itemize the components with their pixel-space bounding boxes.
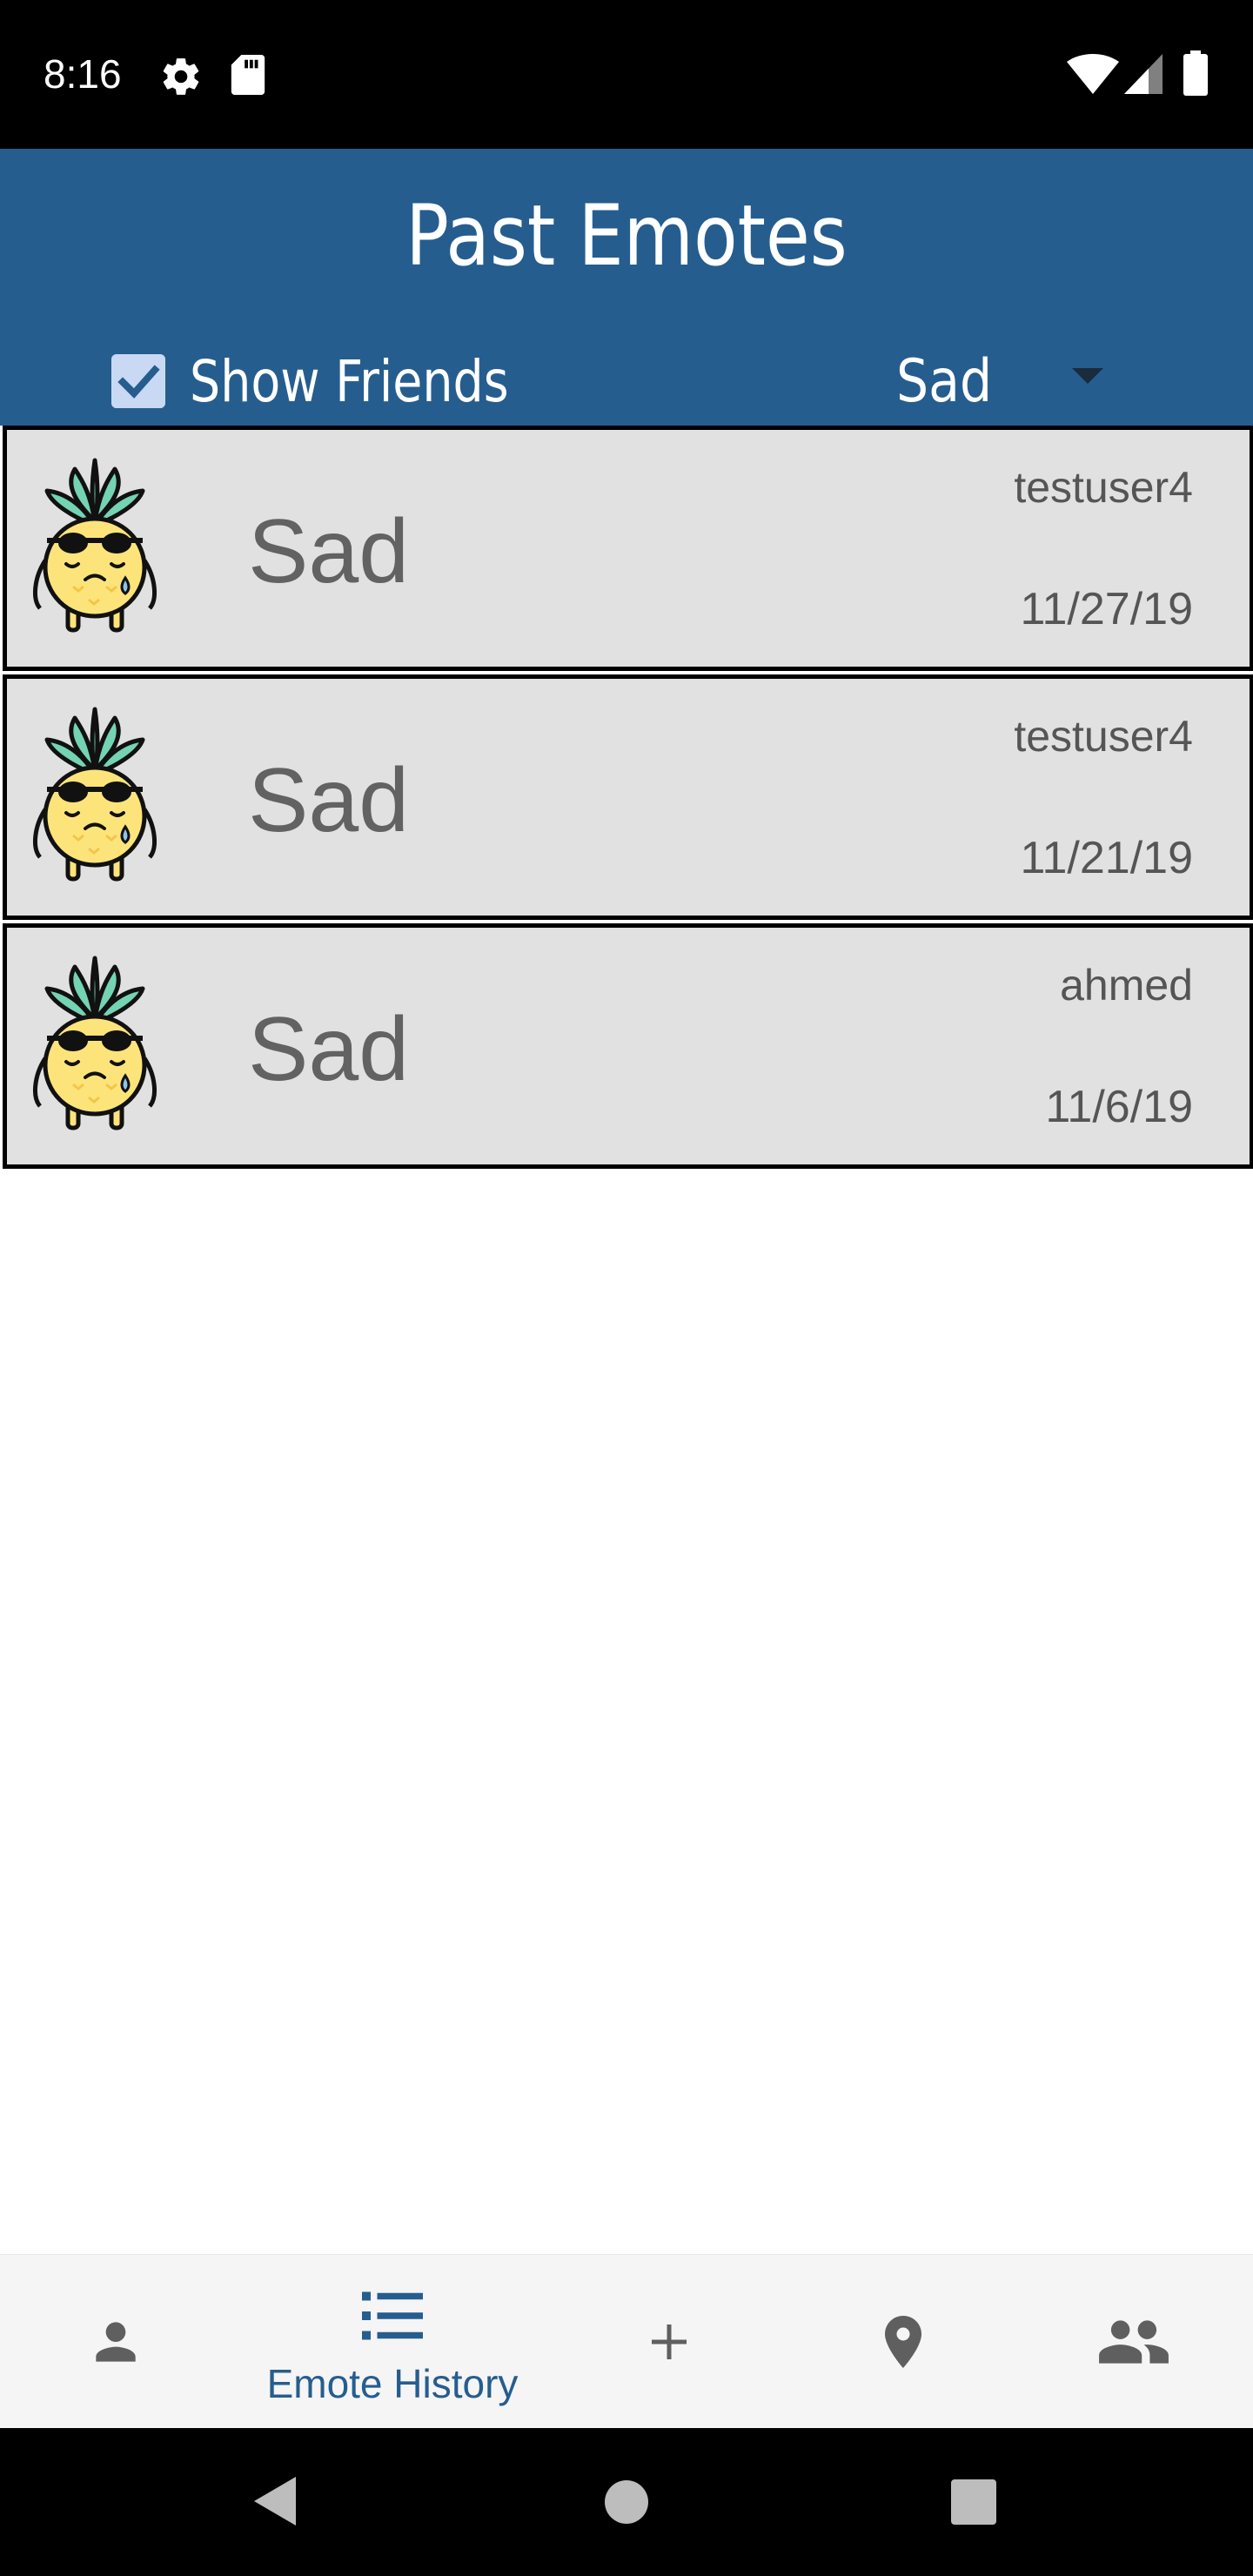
back-button[interactable]: [251, 2473, 299, 2533]
bottom-nav: Emote History: [0, 2254, 1253, 2429]
show-friends-checkbox[interactable]: [111, 354, 165, 408]
show-friends-toggle[interactable]: Show Friends: [111, 347, 569, 415]
status-bar: 8:16: [0, 0, 1253, 149]
gear-icon: [159, 55, 203, 103]
emote-user: testuser4: [1014, 463, 1193, 512]
nav-map[interactable]: [785, 2255, 1016, 2429]
sad-pineapple-icon: [30, 954, 160, 1141]
sad-pineapple-icon: [30, 705, 160, 892]
recents-square-icon: [951, 2479, 996, 2525]
nav-emote-history[interactable]: Emote History: [231, 2255, 553, 2429]
nav-add-emote[interactable]: [553, 2255, 785, 2429]
emote-card[interactable]: Sad testuser4 11/21/19: [3, 674, 1253, 920]
system-nav-bar: [0, 2428, 1253, 2576]
nav-profile[interactable]: [0, 2255, 231, 2429]
nav-friends[interactable]: [1016, 2255, 1253, 2429]
recents-button[interactable]: [950, 2479, 997, 2530]
emote-user: ahmed: [1060, 961, 1193, 1010]
emote-date: 11/6/19: [1045, 1082, 1193, 1132]
emote-date: 11/27/19: [1020, 584, 1193, 634]
home-button[interactable]: [603, 2479, 650, 2530]
emote-name: Sad: [248, 999, 410, 1100]
people-icon: [1099, 2320, 1169, 2364]
home-circle-icon: [605, 2480, 648, 2524]
show-friends-label: Show Friends: [190, 347, 509, 415]
battery-icon: [1183, 50, 1208, 100]
emote-date: 11/21/19: [1020, 833, 1193, 883]
nav-emote-history-label: Emote History: [266, 2361, 519, 2406]
emote-card[interactable]: Sad testuser4 11/27/19: [3, 426, 1253, 671]
dropdown-caret-icon: [1070, 366, 1105, 392]
list-icon: [362, 2291, 423, 2340]
filter-value: Sad: [896, 347, 993, 416]
sad-pineapple-icon: [30, 456, 160, 643]
wifi-icon: [1067, 54, 1119, 98]
emote-user: testuser4: [1014, 712, 1193, 761]
emote-name: Sad: [248, 501, 410, 602]
sd-card-icon: [231, 55, 265, 99]
plus-icon: [652, 2324, 687, 2359]
location-pin-icon: [885, 2316, 921, 2368]
emotion-filter-dropdown[interactable]: Sad: [870, 349, 1131, 415]
checkmark-icon: [111, 354, 165, 408]
emote-card[interactable]: Sad ahmed 11/6/19: [3, 923, 1253, 1169]
page-title: Past Emotes: [405, 187, 848, 285]
person-icon: [96, 2322, 136, 2362]
status-time: 8:16: [44, 51, 122, 97]
signal-icon: [1124, 54, 1163, 98]
header: Past Emotes Show Friends Sad: [0, 149, 1253, 426]
back-triangle-icon: [254, 2477, 296, 2526]
emote-name: Sad: [248, 750, 410, 851]
